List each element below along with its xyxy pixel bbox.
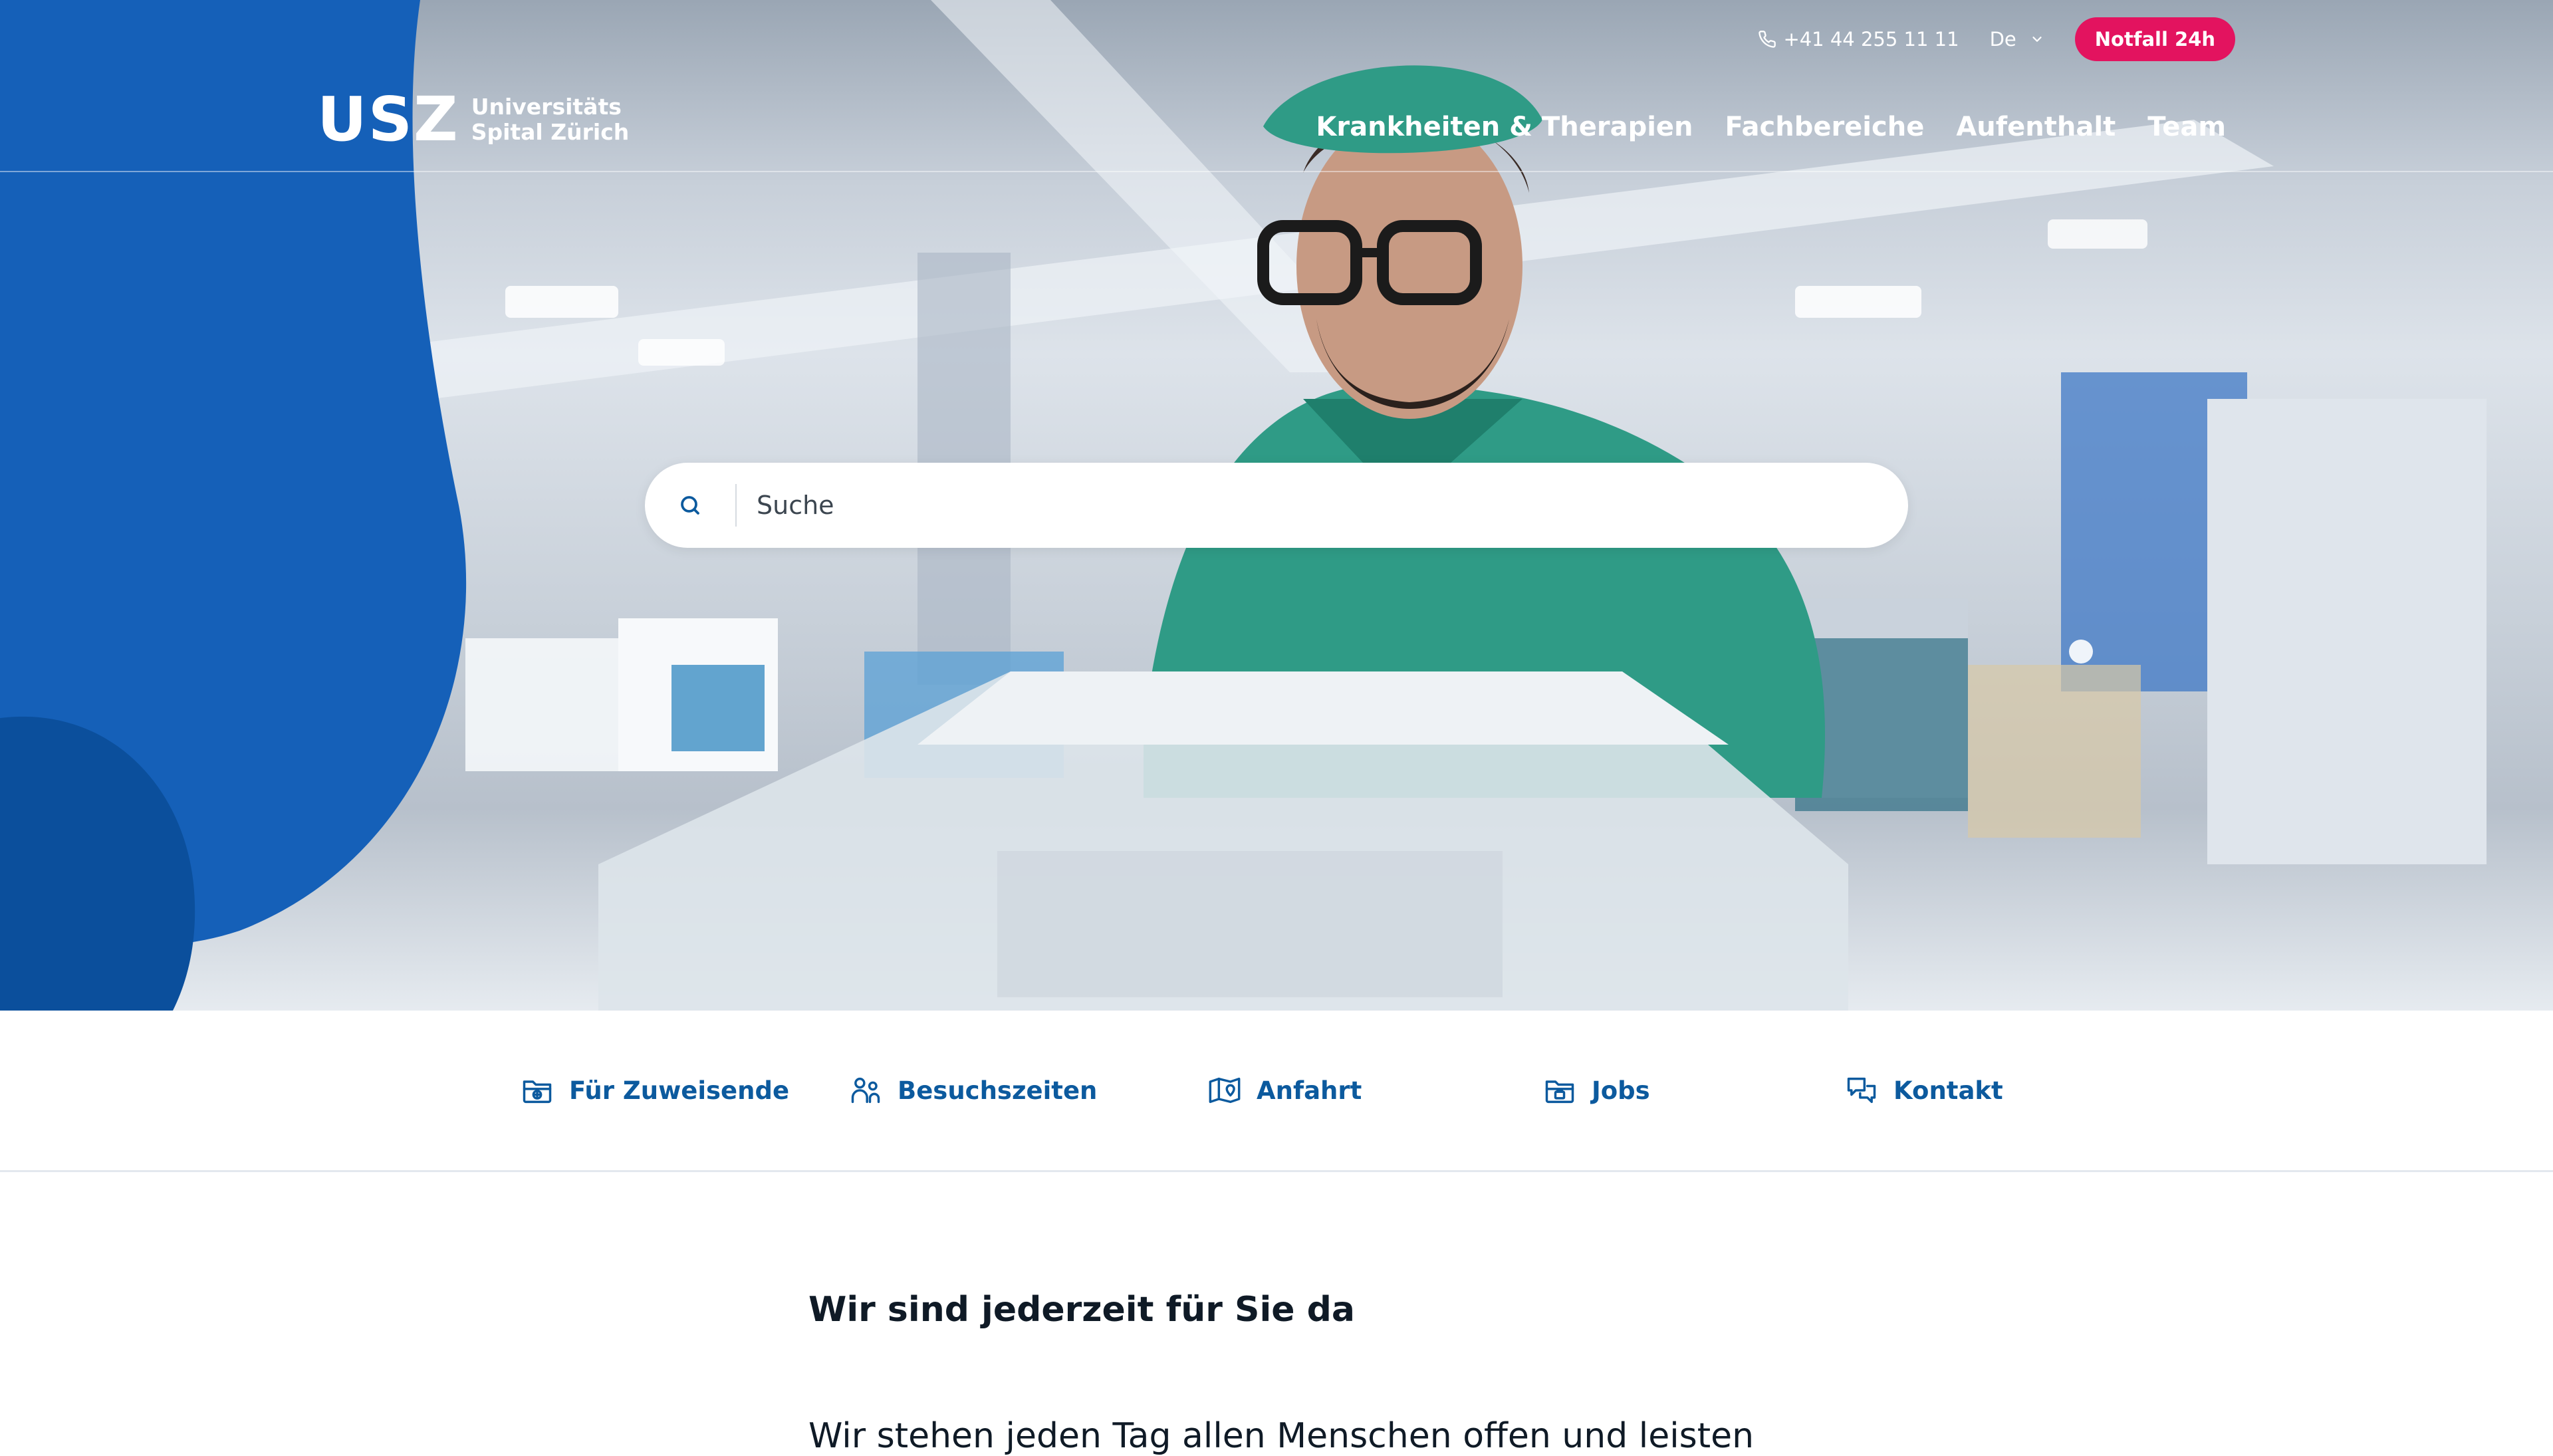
search-bar	[645, 462, 1908, 548]
logo-line-2: Spital Zürich	[471, 119, 630, 145]
quicklink-label: Für Zuweisende	[569, 1076, 790, 1105]
search-icon	[681, 496, 699, 515]
logo-wordmark: Universitäts Spital Zürich	[471, 94, 630, 145]
quicklink-fuer-zuweisende[interactable]: Für Zuweisende	[520, 1011, 789, 1170]
language-select[interactable]: De	[1990, 28, 2044, 51]
header-divider	[0, 171, 2553, 172]
nav-item-krankheiten-therapien[interactable]: Krankheiten & Therapien	[1316, 112, 1693, 142]
nav-item-aufenthalt[interactable]: Aufenthalt	[1956, 112, 2116, 142]
quicklink-label: Besuchszeiten	[898, 1076, 1098, 1105]
quicklink-label: Kontakt	[1893, 1076, 2003, 1105]
logo-line-1: Universitäts	[471, 94, 622, 120]
quicklink-label: Jobs	[1592, 1076, 1650, 1105]
chat-bubbles-icon	[1847, 1077, 1876, 1104]
nav-item-team[interactable]: Team	[2147, 112, 2226, 142]
intro-text: Wir stehen jeden Tag allen Menschen offe…	[808, 1416, 1755, 1456]
map-pin-icon	[1209, 1077, 1241, 1104]
quicklink-anfahrt[interactable]: Anfahrt	[1207, 1011, 1362, 1170]
intro-title: Wir sind jederzeit für Sie da	[808, 1290, 1355, 1330]
logo-mark: USZ	[317, 84, 459, 155]
nav-item-fachbereiche[interactable]: Fachbereiche	[1725, 112, 1925, 142]
phone-link[interactable]: +41 44 255 11 11	[1758, 28, 1959, 51]
visitors-icon	[851, 1077, 880, 1104]
phone-icon	[1759, 31, 1776, 48]
quicklink-label: Anfahrt	[1257, 1076, 1362, 1105]
quicklink-besuchszeiten[interactable]: Besuchszeiten	[848, 1011, 1097, 1170]
phone-number: +41 44 255 11 11	[1783, 28, 1959, 51]
chevron-down-icon	[2032, 37, 2042, 42]
utility-bar: +41 44 255 11 11 De Notfall 24h	[1758, 17, 2235, 61]
quicklink-jobs[interactable]: Jobs	[1542, 1011, 1650, 1170]
search-button[interactable]	[645, 463, 735, 548]
search-input[interactable]	[737, 462, 1908, 548]
folder-plus-icon	[523, 1080, 552, 1104]
main-navigation: Krankheiten & Therapien Fachbereiche Auf…	[1316, 112, 2226, 142]
emergency-button[interactable]: Notfall 24h	[2074, 17, 2235, 61]
quicklinks-bar: Für Zuweisende Besuchszeiten Anfahrt Job…	[0, 1011, 2553, 1172]
briefcase-folder-icon	[1545, 1080, 1574, 1104]
quicklink-kontakt[interactable]: Kontakt	[1844, 1011, 2003, 1170]
logo[interactable]: USZ Universitäts Spital Zürich	[317, 89, 629, 150]
emergency-label: Notfall 24h	[2094, 28, 2215, 51]
language-label: De	[1989, 28, 2016, 51]
